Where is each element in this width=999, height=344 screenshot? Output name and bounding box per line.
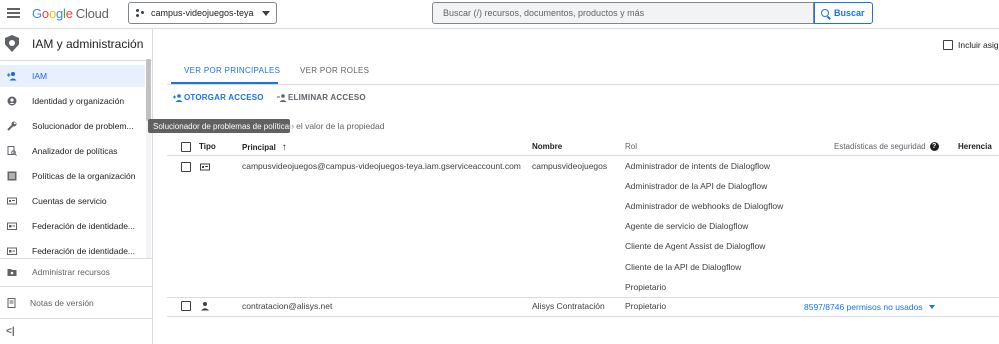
column-role[interactable]: Rol bbox=[625, 142, 637, 151]
row-checkbox[interactable] bbox=[181, 162, 191, 172]
role-item: Administrador de intents de Dialogflow bbox=[625, 161, 771, 171]
project-tree-icon bbox=[136, 8, 146, 18]
sidebar-item-label: Solucionador de problem... bbox=[32, 121, 134, 131]
include-checkbox-row[interactable]: Incluir asig bbox=[943, 40, 999, 50]
unused-permissions-link[interactable]: 8597/8746 permisos no usados bbox=[804, 302, 923, 312]
row-divider bbox=[167, 316, 999, 317]
sidebar-item-org-policies[interactable]: Políticas de la organización bbox=[0, 165, 145, 187]
role-item: Agente de servicio de Dialogflow bbox=[625, 221, 749, 231]
row-checkbox[interactable] bbox=[181, 301, 191, 311]
top-bar: Google Cloud campus-videojuegos-teya Busc… bbox=[0, 0, 999, 29]
project-name: campus-videojuegos-teya bbox=[151, 8, 254, 18]
search-button[interactable]: Buscar bbox=[814, 2, 873, 24]
role-item: Cliente de Agent Assist de Dialogflow bbox=[625, 241, 766, 251]
sidebar-item-label: Identidad y organización bbox=[32, 96, 125, 106]
sort-ascending-icon: ↑ bbox=[281, 142, 287, 153]
tab-view-by-roles[interactable]: VER POR ROLES bbox=[300, 66, 369, 75]
column-security-insights[interactable]: Estadísticas de seguridad? bbox=[834, 142, 939, 152]
hamburger-menu-icon[interactable] bbox=[7, 8, 20, 18]
grant-access-button[interactable]: OTORGAR ACCESO bbox=[173, 93, 264, 102]
badge-icon bbox=[7, 247, 17, 255]
filter-placeholder[interactable]: o el valor de la propiedad bbox=[289, 121, 384, 131]
divider bbox=[0, 258, 153, 259]
person-add-icon bbox=[173, 93, 183, 102]
role-item: Administrador de webhooks de Dialogflow bbox=[625, 201, 784, 211]
google-cloud-logo[interactable]: Google Cloud bbox=[32, 6, 109, 21]
help-icon[interactable]: ? bbox=[929, 142, 939, 152]
principal-email[interactable]: contratacion@alisys.net bbox=[242, 301, 332, 311]
policy-search-icon bbox=[7, 146, 17, 156]
sidebar-item-service-accounts[interactable]: Cuentas de servicio bbox=[0, 190, 145, 212]
role-item: Propietario bbox=[625, 301, 667, 311]
service-account-icon bbox=[7, 197, 17, 205]
release-notes-icon bbox=[7, 298, 16, 308]
sidebar-item-label: Analizador de políticas bbox=[32, 146, 118, 156]
active-tab-indicator bbox=[171, 82, 278, 84]
principal-email[interactable]: campusvideojuegos@campus-videojuegos-tey… bbox=[242, 161, 521, 171]
sidebar-scroll-thumb[interactable] bbox=[146, 59, 151, 121]
view-tabs: VER POR PRINCIPALES VER POR ROLES bbox=[167, 59, 999, 85]
sidebar-item-policy-analyzer[interactable]: Analizador de políticas bbox=[0, 140, 145, 162]
column-principal[interactable]: Principal ↑ bbox=[242, 142, 287, 153]
search-icon bbox=[821, 9, 829, 17]
tab-view-by-principals[interactable]: VER POR PRINCIPALES bbox=[184, 66, 280, 75]
main-content: Incluir asig VER POR PRINCIPALES VER POR… bbox=[153, 29, 999, 344]
person-remove-icon bbox=[277, 93, 287, 102]
sidebar-item-identity-org[interactable]: Identidad y organización bbox=[0, 90, 145, 112]
person-icon bbox=[201, 302, 209, 311]
principal-name: Alisys Contratación bbox=[532, 301, 605, 311]
sidebar-item-iam[interactable]: IAM bbox=[0, 65, 145, 87]
dropdown-caret-icon bbox=[262, 11, 270, 16]
include-checkbox[interactable] bbox=[943, 40, 953, 50]
include-label: Incluir asig bbox=[958, 40, 999, 50]
table-header: Tipo Principal ↑ Nombre Rol Estadísticas … bbox=[167, 138, 999, 156]
divider bbox=[0, 286, 153, 287]
sidebar-item-label: IAM bbox=[32, 71, 48, 81]
remove-access-button[interactable]: ELIMINAR ACCESO bbox=[277, 93, 366, 102]
role-item: Administrador de la API de Dialogflow bbox=[625, 181, 768, 191]
collapse-sidebar-icon[interactable]: <| bbox=[6, 326, 15, 337]
column-inheritance[interactable]: Herencia bbox=[958, 142, 992, 151]
list-alt-icon bbox=[7, 171, 17, 181]
manage-resources-link[interactable]: Administrar recursos bbox=[0, 261, 153, 283]
folder-settings-icon bbox=[7, 269, 17, 276]
search-input[interactable] bbox=[433, 3, 813, 23]
service-account-icon bbox=[200, 163, 210, 171]
sidebar-title: IAM y administración bbox=[32, 37, 144, 51]
sidebar-item-label: Federación de identidade... bbox=[32, 246, 136, 256]
search-box bbox=[432, 2, 814, 24]
column-type[interactable]: Tipo bbox=[199, 142, 216, 151]
role-item: Cliente de la API de Dialogflow bbox=[625, 262, 742, 272]
column-name[interactable]: Nombre bbox=[532, 142, 562, 151]
person-add-icon bbox=[7, 72, 17, 81]
project-selector[interactable]: campus-videojuegos-teya bbox=[128, 2, 277, 24]
shield-icon bbox=[5, 35, 19, 52]
divider bbox=[0, 318, 153, 319]
select-all-checkbox[interactable] bbox=[181, 142, 191, 152]
sidebar-header: IAM y administración bbox=[0, 29, 153, 61]
sidebar-item-label: Cuentas de servicio bbox=[32, 196, 107, 206]
principal-name: campusvideojuegos bbox=[532, 161, 608, 171]
account-circle-icon bbox=[7, 96, 17, 106]
expand-caret-icon[interactable] bbox=[929, 305, 935, 309]
sidebar-item-label: Federación de identidade... bbox=[32, 221, 136, 231]
tooltip: Solucionador de problemas de políticas bbox=[148, 119, 293, 133]
sidebar-item-identity-federation[interactable]: Federación de identidade... bbox=[0, 215, 145, 237]
wrench-icon bbox=[7, 121, 17, 131]
release-notes-link[interactable]: Notas de versión bbox=[0, 292, 153, 314]
row-divider bbox=[167, 297, 999, 298]
sidebar-item-label: Políticas de la organización bbox=[32, 171, 136, 181]
sidebar: IAM y administración IAM Identidad y org… bbox=[0, 29, 153, 344]
sidebar-item-troubleshooter[interactable]: Solucionador de problem... bbox=[0, 115, 145, 137]
badge-icon bbox=[7, 222, 17, 230]
role-item: Propietario bbox=[625, 282, 667, 292]
